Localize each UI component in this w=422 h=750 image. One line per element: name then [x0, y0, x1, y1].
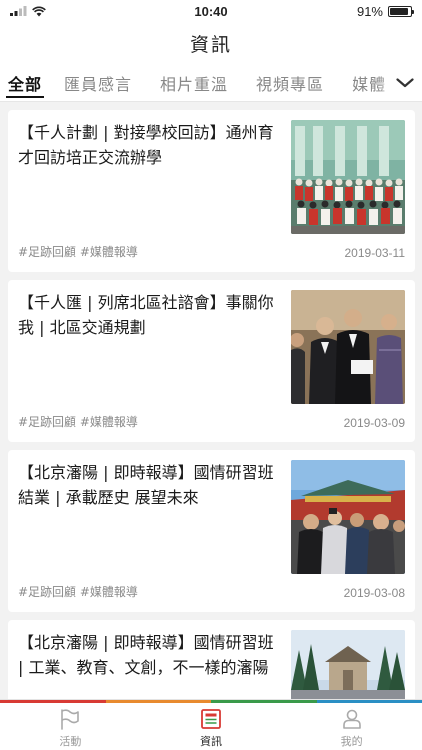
article-title[interactable]: 【千人匯 | 列席北區社諮會】事關你我 | 北區交通規劃 [18, 290, 283, 340]
article-tags: #足跡回顧 #媒體報導 [18, 585, 138, 599]
wifi-icon [32, 6, 46, 16]
category-tabs: 全部 匯員感言 相片重溫 視頻專區 媒體 [0, 64, 422, 102]
nav-activities[interactable]: 活動 [0, 700, 141, 750]
status-time: 10:40 [194, 3, 228, 19]
strip-green [211, 700, 317, 703]
article-tags: #足跡回顧 #媒體報導 [18, 415, 138, 429]
article-title[interactable]: 【北京瀋陽 | 即時報導】國情研習班結業 | 承載歷史 展望未來 [18, 460, 283, 510]
signal-indicators [10, 6, 90, 17]
article-date: 2019-03-09 [343, 416, 405, 430]
nav-news-label: 資訊 [200, 735, 222, 748]
article-card[interactable]: 【千人匯 | 列席北區社諮會】事關你我 | 北區交通規劃 #足跡回顧 #媒體報導… [8, 280, 415, 442]
nav-profile[interactable]: 我的 [281, 700, 422, 750]
nav-news[interactable]: 資訊 [141, 700, 282, 750]
battery-icon [388, 5, 414, 17]
page-header: 資訊 [0, 22, 422, 64]
article-date: 2019-03-11 [344, 246, 406, 260]
article-title[interactable]: 【千人計劃 | 對接學校回訪】通州育才回訪培正交流辦學 [18, 120, 283, 170]
tab-member-testimonials[interactable]: 匯員感言 [64, 64, 132, 101]
article-thumbnail[interactable] [291, 290, 405, 404]
nav-activities-label: 活動 [59, 735, 82, 748]
strip-blue [316, 700, 422, 703]
news-icon [201, 709, 221, 729]
article-card[interactable]: 【北京瀋陽 | 即時報導】國情研習班結業 | 承載歷史 展望未來 #足跡回顧 #… [8, 450, 415, 612]
bottom-tab-bar: 活動 資訊 我的 [0, 700, 422, 750]
flag-icon [61, 709, 80, 730]
tab-video-zone[interactable]: 視頻專區 [256, 64, 324, 101]
article-thumbnail[interactable] [291, 120, 405, 234]
tabs-expand[interactable] [378, 64, 422, 101]
chevron-down-icon[interactable] [396, 78, 414, 88]
battery-percent: 91% [356, 3, 383, 19]
profile-icon [342, 709, 361, 729]
tab-all[interactable]: 全部 [5, 64, 45, 101]
page-title: 資訊 [189, 33, 232, 56]
article-thumbnail[interactable] [291, 460, 405, 574]
signal-icon [10, 6, 27, 16]
article-tags: #足跡回顧 #媒體報導 [18, 245, 138, 259]
tab-photo-review[interactable]: 相片重溫 [160, 64, 228, 101]
article-card[interactable]: 【千人計劃 | 對接學校回訪】通州育才回訪培正交流辦學 #足跡回顧 #媒體報導 … [8, 110, 415, 272]
article-title[interactable]: 【北京瀋陽 | 即時報導】國情研習班 | 工業、教育、文創，不一樣的瀋陽 [18, 630, 283, 680]
battery-indicator: 91% [332, 3, 414, 19]
color-strip [0, 700, 422, 703]
nav-profile-label: 我的 [340, 735, 363, 748]
article-date: 2019-03-08 [343, 586, 405, 600]
status-bar: 10:40 91% [0, 0, 422, 22]
battery-level [390, 7, 409, 15]
strip-orange [105, 700, 211, 703]
strip-red [0, 700, 106, 703]
